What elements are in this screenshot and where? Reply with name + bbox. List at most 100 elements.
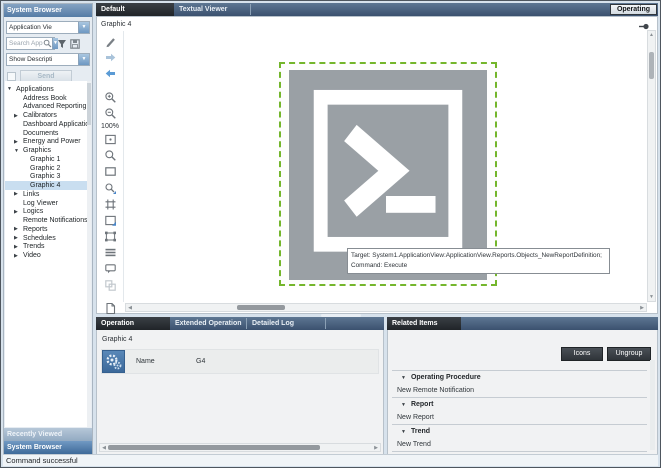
collapse-arrow-icon[interactable]: ▼ xyxy=(401,429,406,435)
related-group-report[interactable]: ▼Report xyxy=(392,397,647,411)
crop-frame-icon[interactable] xyxy=(103,198,118,211)
pan-tool-icon[interactable] xyxy=(103,214,118,227)
expand-arrow-icon[interactable]: ▶ xyxy=(14,244,23,250)
tree-item-graphics[interactable]: ▼Graphics xyxy=(5,146,91,155)
related-items-scrollbar[interactable] xyxy=(650,360,655,450)
tree-item-logics[interactable]: ▶Logics xyxy=(5,208,91,217)
edit-pencil-icon[interactable] xyxy=(103,35,118,48)
system-browser-panel: System Browser Application Vie ▼ ▼ xyxy=(3,3,93,455)
zoom-out-icon[interactable] xyxy=(103,107,118,120)
expand-arrow-icon[interactable]: ▶ xyxy=(14,235,23,241)
operating-mode-button[interactable]: Operating xyxy=(610,4,657,15)
ungroup-button[interactable]: Ungroup xyxy=(607,347,651,361)
system-browser-bar[interactable]: System Browser xyxy=(4,441,92,454)
search-box[interactable]: ▼ xyxy=(6,37,55,50)
system-browser-title: System Browser xyxy=(4,4,92,17)
expand-arrow-icon[interactable]: ▶ xyxy=(14,253,23,259)
tree-item-graphic-1[interactable]: Graphic 1 xyxy=(5,155,91,164)
related-item-new-trend[interactable]: New Trend xyxy=(392,438,647,451)
tree-item-schedules[interactable]: ▶Schedules xyxy=(5,234,91,243)
scroll-thumb[interactable] xyxy=(237,305,285,310)
collapse-arrow-icon[interactable]: ▼ xyxy=(401,375,406,381)
scroll-thumb[interactable] xyxy=(108,445,320,450)
canvas-horizontal-scrollbar[interactable]: ◀ ▶ xyxy=(125,303,647,312)
tree-item-reports[interactable]: ▶Reports xyxy=(5,225,91,234)
description-selector-value: Show Descripti xyxy=(7,54,78,65)
tab-operation[interactable]: Operation xyxy=(96,317,170,330)
group-objects-icon[interactable] xyxy=(103,279,118,292)
related-item-new-remote-notification[interactable]: New Remote Notification xyxy=(392,384,647,397)
comment-bubble-icon[interactable] xyxy=(103,262,118,275)
expand-arrow-icon[interactable]: ▶ xyxy=(14,191,23,197)
tree-item-remote-notifications[interactable]: Remote Notifications xyxy=(5,216,91,225)
gear-icon[interactable] xyxy=(102,350,125,373)
scroll-right-icon[interactable]: ▶ xyxy=(372,445,380,451)
view-selector-dropdown[interactable]: Application Vie ▼ xyxy=(6,21,90,34)
tree-item-graphic-3[interactable]: Graphic 3 xyxy=(5,173,91,182)
magnifier-icon[interactable] xyxy=(103,149,118,162)
tree-item-calibrators[interactable]: ▶Calibrators xyxy=(5,111,91,120)
layers-icon[interactable] xyxy=(103,246,118,259)
related-item-new-report[interactable]: New Report xyxy=(392,411,647,424)
tree-item-label: Graphic 4 xyxy=(30,182,60,189)
tree-item-links[interactable]: ▶Links xyxy=(5,190,91,199)
tree-item-graphic-2[interactable]: Graphic 2 xyxy=(5,164,91,173)
description-selector-dropdown[interactable]: Show Descripti ▼ xyxy=(6,53,90,66)
tab-textual-viewer[interactable]: Textual Viewer xyxy=(174,3,250,16)
related-group-label: Trend xyxy=(411,428,430,435)
tab-related-items[interactable]: Related Items xyxy=(387,317,461,330)
scroll-right-icon[interactable]: ▶ xyxy=(638,305,646,311)
related-group-operating-procedure[interactable]: ▼Operating Procedure xyxy=(392,370,647,384)
tab-default[interactable]: Default xyxy=(96,3,174,16)
icons-button[interactable]: Icons xyxy=(561,347,603,361)
property-row[interactable]: Name G4 xyxy=(101,349,379,374)
search-input[interactable] xyxy=(7,38,43,49)
save-icon[interactable] xyxy=(69,39,81,49)
forward-arrow-icon[interactable] xyxy=(103,51,118,64)
tree-item-trends[interactable]: ▶Trends xyxy=(5,243,91,252)
scroll-thumb[interactable] xyxy=(649,52,654,79)
tree-item-advanced-reporting[interactable]: Advanced Reporting xyxy=(5,103,91,112)
scroll-down-icon[interactable]: ▼ xyxy=(648,294,655,300)
chevron-down-icon[interactable]: ▼ xyxy=(78,22,89,33)
tree-item-log-viewer[interactable]: Log Viewer xyxy=(5,199,91,208)
expand-arrow-icon[interactable]: ▶ xyxy=(14,226,23,232)
back-arrow-icon[interactable] xyxy=(103,67,118,80)
chevron-down-icon[interactable]: ▼ xyxy=(78,54,89,65)
expand-arrow-icon[interactable]: ▼ xyxy=(7,86,16,92)
tree-item-video[interactable]: ▶Video xyxy=(5,251,91,260)
tab-extended-operation[interactable]: Extended Operation xyxy=(170,317,246,330)
canvas-vertical-scrollbar[interactable]: ▲ ▼ xyxy=(647,30,656,302)
scroll-left-icon[interactable]: ◀ xyxy=(100,445,108,451)
tree-scrollbar[interactable] xyxy=(87,81,91,427)
operation-horizontal-scrollbar[interactable]: ◀ ▶ xyxy=(99,443,381,452)
frame-handles-icon[interactable] xyxy=(103,230,118,243)
expand-arrow-icon[interactable]: ▶ xyxy=(14,113,23,119)
expand-arrow-icon[interactable]: ▼ xyxy=(14,148,23,154)
tree-item-documents[interactable]: Documents xyxy=(5,129,91,138)
pin-icon[interactable] xyxy=(639,23,649,30)
scroll-left-icon[interactable]: ◀ xyxy=(126,305,134,311)
related-group-trend[interactable]: ▼ Trend xyxy=(392,424,647,438)
recently-viewed-bar[interactable]: Recently Viewed xyxy=(4,428,92,441)
send-checkbox[interactable] xyxy=(7,72,16,81)
zoom-fit-icon[interactable] xyxy=(103,133,118,146)
tree-item-energy-and-power[interactable]: ▶Energy and Power xyxy=(5,138,91,147)
new-document-icon[interactable] xyxy=(103,302,118,315)
tree-item-address-book[interactable]: Address Book xyxy=(5,94,91,103)
expand-arrow-icon[interactable]: ▶ xyxy=(14,209,23,215)
tree-item-applications[interactable]: ▼Applications xyxy=(5,85,91,94)
zoom-region-icon[interactable] xyxy=(103,165,118,178)
tab-detailed-log[interactable]: Detailed Log xyxy=(247,317,325,330)
expand-arrow-icon[interactable]: ▶ xyxy=(14,139,23,145)
collapse-arrow-icon[interactable]: ▼ xyxy=(401,402,406,408)
sidebar-controls: Application Vie ▼ ▼ xyxy=(4,18,92,80)
graphics-canvas[interactable]: Target: System1.ApplicationView:Applicat… xyxy=(125,30,647,302)
tree-item-graphic-4[interactable]: Graphic 4 xyxy=(5,181,91,190)
tree-item-label: Documents xyxy=(23,130,58,137)
scroll-up-icon[interactable]: ▲ xyxy=(648,32,655,38)
search-dropdown-icon[interactable]: ▼ xyxy=(52,38,58,49)
tree-item-dashboard-application[interactable]: Dashboard Application xyxy=(5,120,91,129)
magnifier-alt-icon[interactable] xyxy=(103,182,118,195)
zoom-in-icon[interactable] xyxy=(103,91,118,104)
